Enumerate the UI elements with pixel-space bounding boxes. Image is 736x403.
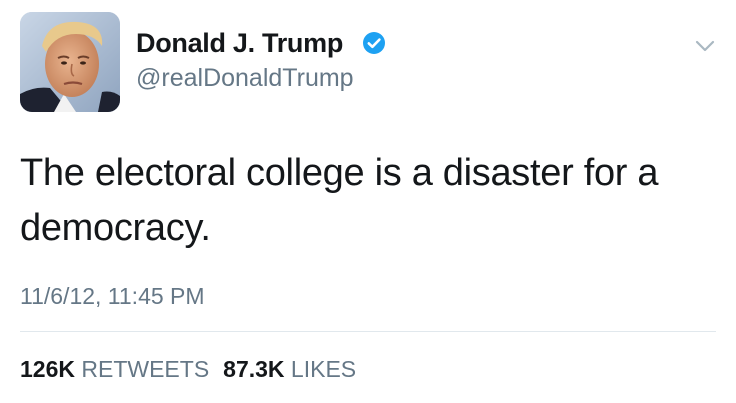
likes-label: LIKES	[290, 356, 357, 382]
avatar[interactable]	[20, 12, 120, 112]
retweets-stat[interactable]: 126K RETWEETS	[20, 356, 209, 382]
author-handle[interactable]: @realDonaldTrump	[136, 64, 354, 93]
avatar-image	[20, 12, 120, 112]
chevron-down-icon[interactable]	[692, 33, 718, 59]
likes-count: 87.3K	[223, 356, 285, 382]
divider	[20, 331, 716, 332]
tweet-card: Donald J. Trump @realDonaldTrump The ele…	[0, 0, 736, 403]
tweet-timestamp[interactable]: 11/6/12, 11:45 PM	[20, 283, 205, 310]
retweets-label: RETWEETS	[81, 356, 210, 382]
author-display-name[interactable]: Donald J. Trump	[136, 28, 343, 59]
verified-badge-icon	[363, 32, 385, 54]
likes-stat[interactable]: 87.3K LIKES	[223, 356, 356, 382]
tweet-stats: 126K RETWEETS 87.3K LIKES	[20, 356, 356, 383]
retweets-count: 126K	[20, 356, 75, 382]
tweet-text: The electoral college is a disaster for …	[20, 152, 659, 249]
